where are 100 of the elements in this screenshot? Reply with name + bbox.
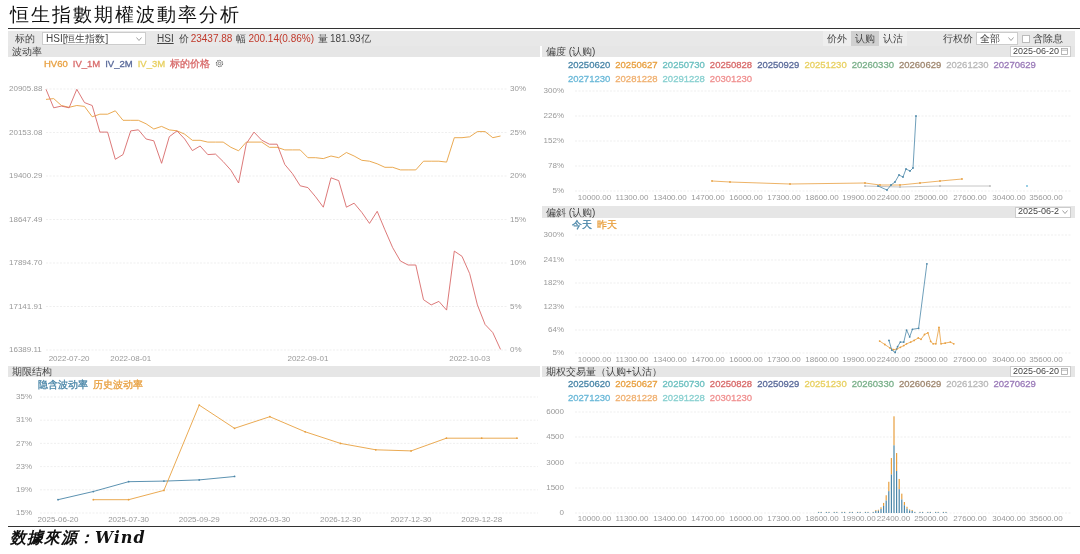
filter-tab[interactable]: 价外	[823, 31, 851, 46]
legend-item[interactable]: 20281228	[615, 71, 658, 85]
code-link[interactable]: HSI	[157, 31, 174, 46]
axis-label: 2029-12-28	[461, 515, 503, 524]
axis-label: 2025-06-20	[37, 515, 79, 524]
axis-label: 10%	[510, 258, 526, 268]
axis-label: 16000.00	[729, 514, 763, 524]
axis-label: 22400.00	[876, 355, 911, 364]
legend-item[interactable]: 20301230	[709, 390, 753, 404]
axis-label: 78%	[548, 161, 564, 171]
legend-item[interactable]: IV_1M	[72, 57, 101, 70]
axis-label: 2026-03-30	[249, 515, 291, 524]
legend-item[interactable]: 标的价格	[170, 57, 211, 70]
legend-item[interactable]: 20250627	[615, 58, 658, 72]
axis-label: 5%	[510, 301, 522, 311]
legend-item[interactable]: 20261230	[946, 58, 989, 72]
axis-label: 35600.00	[1029, 355, 1063, 364]
underlying-select[interactable]: HSI[恒生指数]	[42, 32, 146, 45]
panel-title: 偏斜 (认购)	[546, 205, 596, 220]
axis-label: 27600.00	[953, 514, 987, 524]
legend-item[interactable]: 隐含波动率	[38, 377, 88, 391]
strike-select[interactable]: 全部	[976, 32, 1018, 45]
axis-label: 2025-07-30	[108, 515, 150, 524]
price-value: 23437.88	[190, 32, 233, 46]
axis-label: 11300.00	[615, 514, 649, 524]
axis-label: 25000.00	[914, 355, 948, 364]
legend-item[interactable]: 20250929	[757, 58, 800, 72]
legend-item[interactable]: 20260330	[851, 58, 894, 72]
axis-label: 27600.00	[953, 193, 987, 203]
legend-item[interactable]: 20250620	[568, 377, 611, 391]
axis-label: 25000.00	[914, 193, 948, 203]
legend-item[interactable]: HV60	[44, 57, 68, 70]
axis-label: 2022-08-01	[110, 354, 152, 364]
date-field[interactable]: 2025-06-20	[1009, 366, 1071, 377]
axis-label: 2022-10-03	[449, 354, 491, 364]
caret-icon	[1008, 36, 1014, 41]
axis-label: 2022-09-01	[287, 354, 329, 364]
legend-item[interactable]: 20250627	[615, 377, 658, 391]
legend-item[interactable]: 20261230	[946, 377, 989, 391]
axis-label: 16000.00	[729, 355, 763, 364]
axis-label: 19900.00	[842, 355, 876, 364]
axis-label: 35%	[16, 392, 32, 402]
legend-item[interactable]: 20250828	[709, 58, 753, 72]
axis-label: 19400.29	[9, 171, 43, 181]
axis-label: 23%	[16, 461, 32, 471]
page-title: 恒生指數期權波動率分析	[8, 0, 1080, 29]
legend-item[interactable]: IV_2M	[105, 57, 133, 70]
legend-item[interactable]: 20250730	[662, 377, 705, 391]
axis-label: 17300.00	[767, 355, 801, 364]
legend-item[interactable]: 昨天	[597, 218, 617, 231]
panel-title: 期权交易量（认购+认沽）	[546, 365, 662, 379]
axis-label: 13400.00	[653, 355, 687, 364]
axis-label: 27600.00	[953, 355, 987, 364]
field-label: 行权价	[943, 32, 973, 46]
axis-label: 1500	[546, 483, 564, 493]
volume-value: 181.93亿	[330, 32, 371, 46]
legend-item[interactable]: 历史波动率	[93, 377, 143, 391]
axis-label: 30%	[510, 84, 526, 94]
axis-label: 300%	[543, 86, 564, 96]
date-select[interactable]: 2025-06-2	[1015, 206, 1071, 218]
axis-label: 5%	[552, 348, 564, 358]
axis-label: 10000.00	[577, 193, 612, 203]
legend-item[interactable]: 20270629	[993, 58, 1036, 72]
axis-label: 2027-12-30	[390, 515, 432, 524]
legend-item[interactable]: 今天	[572, 218, 592, 231]
legend-item[interactable]: 20271230	[568, 390, 611, 404]
axis-label: 17300.00	[767, 514, 801, 524]
settings-icon[interactable]	[215, 59, 225, 68]
legend-item[interactable]: 20260629	[898, 377, 942, 391]
axis-label: 19%	[16, 484, 32, 494]
axis-label: 64%	[548, 325, 564, 335]
legend-item[interactable]: 20250828	[709, 377, 753, 391]
axis-label: 15%	[16, 508, 32, 518]
axis-label: 30400.00	[992, 514, 1026, 524]
axis-label: 30400.00	[992, 355, 1026, 364]
legend-item[interactable]: 20270629	[993, 377, 1036, 391]
axis-label: 14700.00	[691, 193, 725, 203]
panel-title: 偏度 (认购)	[546, 45, 596, 59]
axis-label: 30400.00	[992, 193, 1026, 203]
checkbox[interactable]	[1022, 34, 1030, 43]
date-field[interactable]: 2025-06-20	[1009, 46, 1071, 57]
axis-label: 17894.70	[9, 258, 43, 268]
axis-label: 19900.00	[842, 193, 876, 203]
legend-item[interactable]: 20250929	[757, 377, 800, 391]
axis-label: 0%	[510, 345, 522, 355]
legend-item[interactable]: 20260330	[851, 377, 894, 391]
legend-item[interactable]: 20260629	[898, 58, 942, 72]
legend-item[interactable]: 20281228	[615, 390, 658, 404]
legend-item[interactable]: 20250620	[568, 58, 611, 72]
change-label: 幅	[236, 32, 247, 46]
legend-item[interactable]: 20271230	[568, 71, 611, 85]
axis-label: 22400.00	[876, 193, 911, 203]
checkbox-label: 含除息	[1033, 32, 1063, 46]
legend-item[interactable]: 20250730	[662, 58, 705, 72]
axis-label: 152%	[543, 136, 564, 146]
legend-item[interactable]: 20301230	[709, 71, 753, 85]
filter-tab[interactable]: 认购	[851, 31, 879, 46]
filter-tab[interactable]: 认沽	[879, 31, 907, 46]
axis-label: 2022-07-20	[48, 354, 90, 364]
axis-label: 18600.00	[805, 193, 839, 203]
